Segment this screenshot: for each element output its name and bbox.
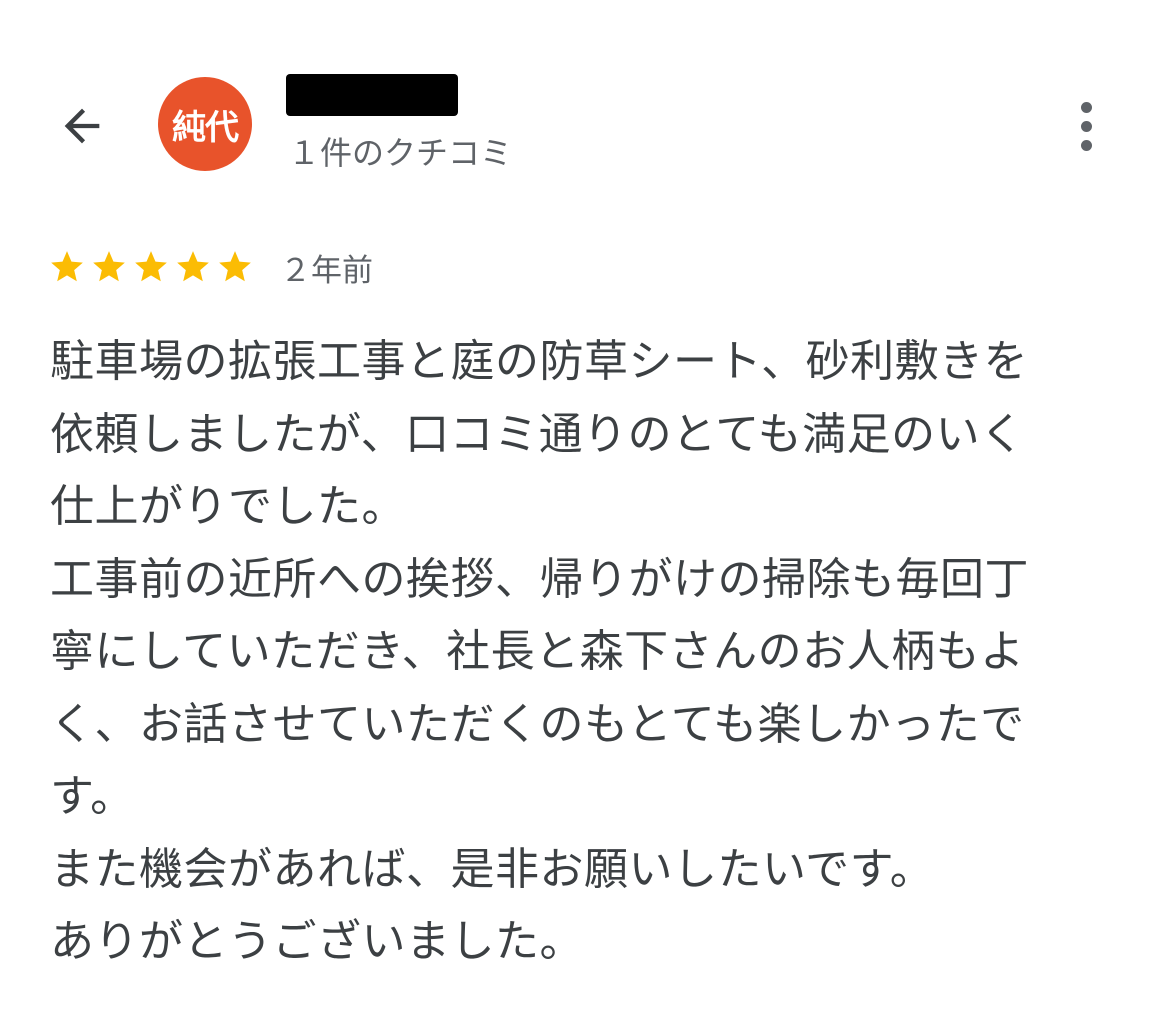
review-text-line: く、お話させていただくのもとても楽しかったで: [50, 698, 1025, 750]
arrow-left-icon: [64, 108, 100, 144]
review-text-line: 寧にしていただき、社長と森下さんのお人柄もよ: [50, 626, 1025, 677]
star-icon: [219, 251, 251, 282]
more-vert-icon-dot: [1080, 120, 1092, 132]
rating-row: ２年前: [48, 244, 373, 290]
more-vert-icon: [1080, 101, 1092, 113]
star-icon: [135, 251, 167, 282]
avatar[interactable]: 純代: [158, 77, 252, 171]
back-button[interactable]: [52, 96, 112, 156]
review-header: 純代 １件のクチコミ: [0, 0, 1169, 200]
author-name-redacted: [286, 74, 458, 116]
more-vert-icon-dot: [1080, 139, 1092, 151]
review-text-line: ありがとうございました。: [50, 916, 584, 967]
review-text-line: す。: [50, 771, 135, 822]
review-text-line: 依頼しましたが、口コミ通りのとても満足のいく: [50, 408, 1025, 460]
review-count[interactable]: １件のクチコミ: [288, 128, 512, 174]
more-options-button[interactable]: [1062, 94, 1110, 158]
review-text: 駐車場の拡張工事と庭の防草シート、砂利敷きを 依頼しましたが、口コミ通りのとても…: [50, 326, 1120, 979]
review-text-line: また機会があれば、是非お願いしたいです。: [50, 843, 935, 895]
star-icon: [51, 251, 83, 282]
star-rating: [48, 248, 254, 286]
review-text-line: 駐車場の拡張工事と庭の防草シート、砂利敷きを: [50, 336, 1029, 387]
avatar-initials: 純代: [172, 107, 239, 148]
review-text-line: 仕上がりでした。: [50, 481, 406, 532]
star-icon: [177, 251, 209, 282]
review-time-ago: ２年前: [280, 252, 373, 289]
review-text-line: 工事前の近所への挨拶、帰りがけの掃除も毎回丁: [50, 553, 1029, 605]
star-icon: [93, 251, 125, 282]
